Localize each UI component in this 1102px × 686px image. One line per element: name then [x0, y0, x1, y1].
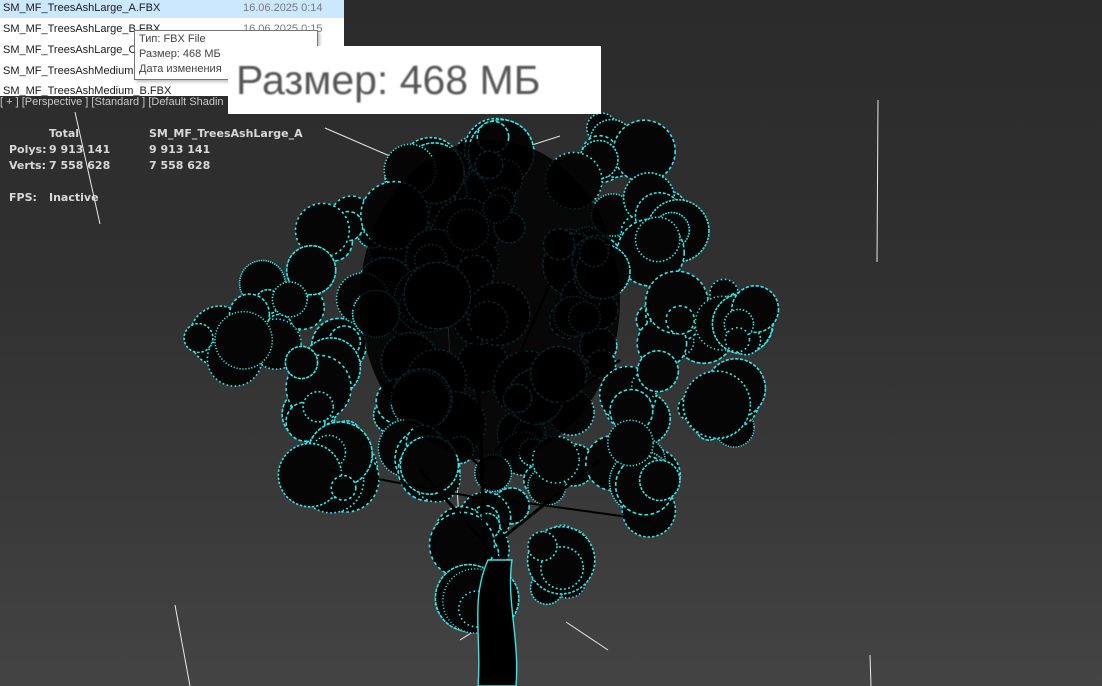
tooltip-size: Размер: 468 МБ: [139, 48, 221, 60]
leaf-cluster: [606, 419, 654, 467]
file-row[interactable]: SM_MF_TreesAshLarge_A.FBX 16.06.2025 0:1…: [0, 0, 344, 18]
leaf-cluster: [527, 530, 558, 562]
scene-guide-line: [869, 654, 872, 686]
scene-guide-line: [174, 604, 191, 686]
leaf-cluster: [277, 442, 343, 508]
leaf-cluster: [682, 370, 752, 439]
viewport-menu-standard[interactable]: [Standard ]: [91, 96, 145, 108]
leaf-cluster: [284, 345, 319, 380]
viewport-menu-perspective[interactable]: [Perspective ]: [22, 96, 89, 108]
zoomed-size-text: Размер: 468 МБ: [236, 57, 541, 103]
file-name: SM_MF_TreesAshMedium_B.FBX: [3, 85, 172, 96]
stats-fps-label: FPS:: [9, 191, 37, 204]
stats-verts-label: Verts:: [9, 159, 47, 172]
stats-object-header: SM_MF_TreesAshLarge_A: [149, 127, 303, 140]
file-name: SM_MF_TreesAshMedium: [3, 65, 134, 77]
stats-polys-object: 9 913 141: [149, 143, 211, 156]
leaf-cluster: [612, 119, 676, 183]
canopy-core: [360, 140, 620, 460]
tree-trunk: [477, 559, 518, 686]
leaf-cluster: [214, 310, 274, 370]
leaf-cluster: [330, 474, 357, 502]
viewport-label-menu[interactable]: [ + ] [Perspective ] [Standard ] [Defaul…: [0, 96, 224, 110]
scene-guide-line: [876, 99, 879, 263]
leaf-cluster: [302, 390, 335, 423]
leaf-cluster: [724, 326, 751, 353]
leaf-cluster: [634, 216, 681, 263]
viewport-menu-plus[interactable]: [ + ]: [0, 96, 19, 108]
leaf-cluster: [638, 459, 681, 502]
leaf-cluster: [636, 350, 680, 393]
zoomed-size-callout: Размер: 468 МБ: [228, 46, 601, 114]
stats-polys-label: Polys:: [9, 143, 47, 156]
file-date: 16.06.2025 0:14: [243, 2, 323, 14]
stats-fps-value: Inactive: [49, 191, 99, 204]
stats-verts-total: 7 558 628: [49, 159, 111, 172]
stats-verts-object: 7 558 628: [149, 159, 211, 172]
viewport-menu-shading[interactable]: [Default Shadin: [148, 96, 223, 108]
leaf-cluster: [183, 322, 214, 354]
file-name: SM_MF_TreesAshLarge_C: [3, 44, 137, 56]
leaf-cluster: [665, 305, 696, 335]
stats-total-header: Total: [49, 127, 80, 140]
stats-polys-total: 9 913 141: [49, 143, 111, 156]
scene-guide-line: [565, 621, 609, 651]
leaf-cluster: [271, 281, 308, 318]
tooltip-modified: Дата изменения: [139, 63, 222, 75]
file-name: SM_MF_TreesAshLarge_A.FBX: [3, 2, 161, 14]
tooltip-type: Тип: FBX File: [139, 33, 206, 45]
